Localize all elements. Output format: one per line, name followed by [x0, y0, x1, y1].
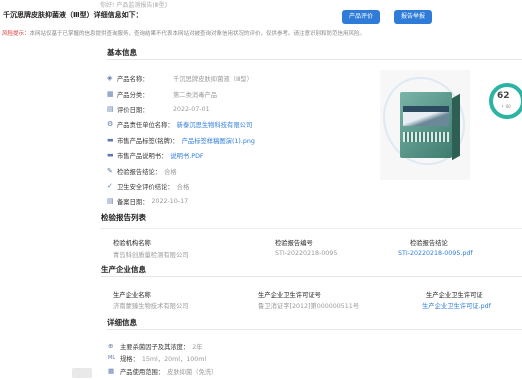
inspection-icon: ✎: [107, 167, 113, 175]
report-button[interactable]: 报告举报: [394, 10, 432, 24]
header-faint-text: 你好! 产品监测报告(Ⅲ型): [100, 2, 168, 9]
info-row-filing-date: ▤ 备案日期： 2022-10-17: [107, 197, 189, 206]
info-row-responsible-unit: ⚙ 产品责任单位名称： 新泰沉思生物科技有限公司: [107, 120, 253, 129]
score-change: ↑ 00: [501, 104, 511, 109]
detail-row-usage-scope: ▦ 产品使用范围： 皮肤抑菌（免洗）: [108, 367, 218, 376]
page-title: 千沉思牌皮肤抑菌液（Ⅲ型）详细信息如下：: [3, 11, 143, 19]
calendar-icon: ▤: [107, 105, 114, 113]
detail-row-spec: ML 规格： 15ml，20ml，100ml: [108, 355, 207, 363]
info-row-manual: ▬ 市售产品说明书： 说明书.PDF: [107, 151, 204, 160]
info-row-product-name: ◈ 产品名称： 千沉思牌皮肤抑菌液（Ⅲ型）: [107, 74, 253, 83]
responsible-unit-link[interactable]: 新泰沉思生物科技有限公司: [177, 120, 253, 129]
label-icon: ▬: [107, 136, 114, 144]
ml-icon: ML: [108, 355, 116, 361]
header-bar: 你好! 产品监测报告(Ⅲ型) 千沉思牌皮肤抑菌液（Ⅲ型）详细信息如下： 产品评价…: [0, 0, 522, 30]
check-icon: ✓: [107, 182, 113, 190]
info-row-category: ▦ 产品分类： 第二类消毒产品: [107, 90, 218, 99]
factor-icon: ⊕: [108, 342, 114, 350]
inspection-agency-value: 青岛科创质量检测有限公司: [113, 252, 189, 259]
score-value: 62: [497, 91, 510, 101]
company-icon: ⚙: [107, 120, 114, 128]
info-row-label-file: ▬ 市售产品标签(铭牌)： 产品标签样稿图演(1).png: [107, 136, 255, 145]
risk-notice: 风险提示：本网站仅基于已掌握的信息提供查询服务，查询结果不代表本网站对被查询对象…: [0, 30, 522, 39]
report-pdf-link[interactable]: STI-20220218-0095.pdf: [398, 250, 473, 257]
detail-row-sterilizing-factor: ⊕ 主要杀菌因子及其浓度： 2年: [108, 342, 203, 351]
info-row-inspection-conclusion: ✎ 检验报告结论： 合格: [107, 167, 177, 176]
col-manufacturer-name: 生产企业名称: [113, 292, 151, 299]
label-file-link[interactable]: 产品标签样稿图演(1).png: [182, 136, 255, 145]
manufacturer-name-value: 济南蒙臻生物技术有限公司: [113, 303, 189, 310]
section-basic-info: 基本信息: [107, 47, 522, 60]
info-row-safety-conclusion: ✓ 卫生安全评价结论： 合格: [107, 182, 190, 191]
manual-pdf-link[interactable]: 说明书.PDF: [170, 151, 203, 160]
section-inspection-reports: 检验报告列表: [101, 213, 146, 222]
col-report-conclusion: 检验报告结论: [410, 240, 448, 247]
calendar-icon: ▤: [107, 197, 114, 205]
col-inspection-agency: 检验机构名称: [113, 240, 151, 247]
manual-icon: ▬: [107, 151, 114, 159]
risk-text: 本网站仅基于已掌握的信息提供查询服务，查询结果不代表本网站对被查询对象信用状况的…: [29, 31, 366, 37]
col-license-number: 生产企业卫生许可证号: [258, 292, 321, 299]
report-number-value: STI-20220218-0095: [275, 250, 338, 257]
divider: [100, 228, 522, 229]
scope-icon: ▦: [108, 367, 115, 375]
section-details: 详细信息: [107, 317, 522, 330]
category-icon: ▦: [107, 90, 114, 98]
product-evaluation-button[interactable]: 产品评价: [342, 10, 380, 24]
license-number-value: 鲁卫消证字[2012]第000000511号: [258, 303, 360, 310]
col-report-number: 检验报告编号: [275, 240, 313, 247]
risk-label: 风险提示：: [2, 31, 30, 37]
product-name-icon: ◈: [107, 74, 113, 82]
info-row-eval-date: ▤ 评价日期： 2022-07-01: [107, 105, 210, 114]
license-pdf-link[interactable]: 生产企业卫生许可证.pdf: [422, 301, 491, 310]
blurred-region: [72, 368, 92, 378]
col-license-file: 生产企业卫生许可证: [426, 292, 483, 299]
product-image[interactable]: [368, 63, 480, 180]
section-manufacturer: 生产企业信息: [101, 264, 522, 277]
score-ring: 62 ↑ 00: [489, 83, 522, 119]
product-box-image: [400, 92, 460, 161]
